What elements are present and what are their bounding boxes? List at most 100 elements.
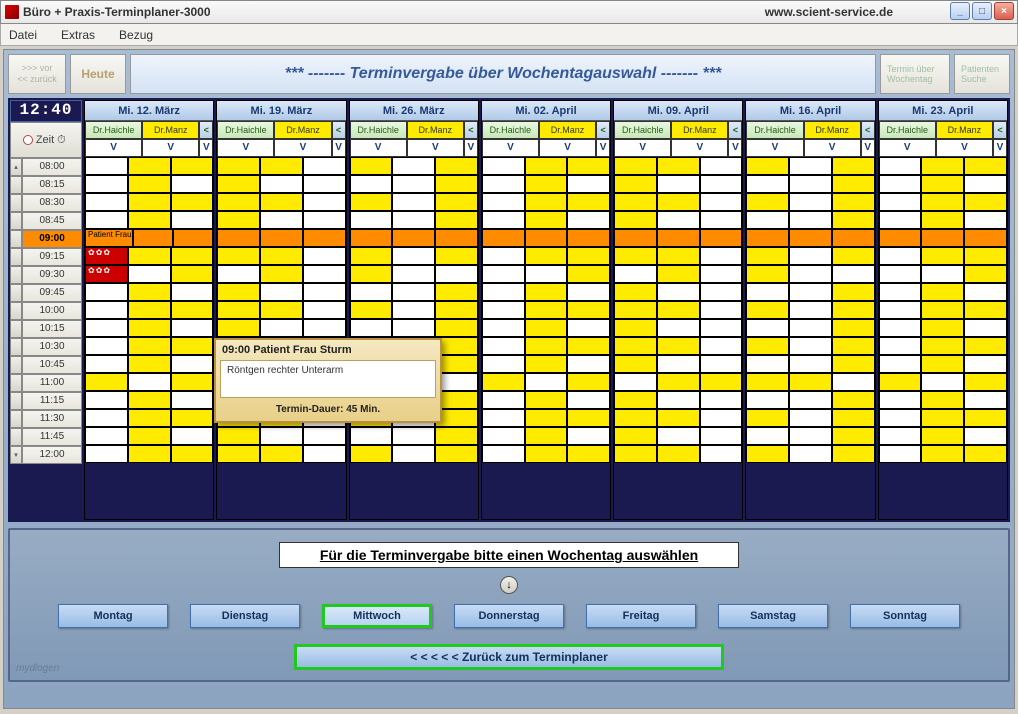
maximize-button[interactable]: □ [972,2,992,20]
schedule-slot[interactable] [128,337,171,355]
schedule-slot[interactable] [525,445,568,463]
schedule-slot[interactable] [921,247,964,265]
schedule-slot[interactable] [832,445,875,463]
schedule-slot[interactable] [303,229,346,247]
heute-button[interactable]: Heute [70,54,126,94]
schedule-slot[interactable] [789,301,832,319]
schedule-slot[interactable] [921,175,964,193]
schedule-slot[interactable] [700,427,743,445]
schedule-slot[interactable] [260,283,303,301]
schedule-slot[interactable] [567,175,610,193]
schedule-slot[interactable] [614,211,657,229]
schedule-slot[interactable] [921,265,964,283]
schedule-slot[interactable] [657,355,700,373]
schedule-slot[interactable] [350,427,393,445]
doctor-haichle[interactable]: Dr.Haichle [217,121,274,139]
schedule-slot[interactable] [964,427,1007,445]
doctor-haichle[interactable]: Dr.Haichle [879,121,936,139]
schedule-slot[interactable] [128,391,171,409]
schedule-slot[interactable] [964,319,1007,337]
schedule-slot[interactable] [832,157,875,175]
schedule-slot[interactable] [260,301,303,319]
schedule-slot[interactable] [128,157,171,175]
schedule-slot[interactable] [128,283,171,301]
schedule-slot[interactable] [964,373,1007,391]
collapse-button[interactable]: < [199,121,213,139]
schedule-slot[interactable] [171,283,214,301]
schedule-slot[interactable] [614,337,657,355]
schedule-slot[interactable] [964,283,1007,301]
schedule-slot[interactable] [435,211,478,229]
scroll-up-button[interactable] [10,284,22,302]
schedule-slot[interactable] [525,247,568,265]
v-header[interactable]: V [217,139,274,157]
schedule-slot[interactable] [879,193,922,211]
schedule-slot[interactable] [85,337,128,355]
collapse-button[interactable]: < [596,121,610,139]
schedule-slot[interactable] [964,337,1007,355]
schedule-slot[interactable] [350,247,393,265]
schedule-slot[interactable] [260,193,303,211]
schedule-slot[interactable] [525,301,568,319]
schedule-slot[interactable] [614,445,657,463]
time-slot[interactable]: 11:15 [22,392,82,410]
doctor-haichle[interactable]: Dr.Haichle [746,121,803,139]
schedule-slot[interactable] [171,175,214,193]
schedule-slot[interactable] [171,445,214,463]
schedule-slot[interactable] [217,193,260,211]
nav-vor[interactable]: >>> vor [22,63,53,74]
schedule-slot[interactable] [879,283,922,301]
schedule-slot[interactable] [657,391,700,409]
schedule-slot[interactable] [350,445,393,463]
schedule-slot[interactable] [657,337,700,355]
time-slot[interactable]: 11:45 [22,428,82,446]
schedule-slot[interactable] [260,247,303,265]
schedule-slot[interactable] [879,229,922,247]
schedule-slot[interactable] [746,301,789,319]
schedule-slot[interactable] [700,301,743,319]
schedule-slot[interactable] [350,175,393,193]
scroll-up-button[interactable] [10,230,22,248]
schedule-slot[interactable] [350,319,393,337]
collapse-button[interactable]: < [332,121,346,139]
schedule-slot[interactable] [392,265,435,283]
collapse-button[interactable]: < [861,121,875,139]
schedule-slot[interactable] [525,337,568,355]
scroll-up-button[interactable]: ▾ [10,446,22,464]
schedule-slot[interactable] [350,157,393,175]
scroll-up-button[interactable] [10,410,22,428]
schedule-slot[interactable] [657,409,700,427]
time-slot[interactable]: 08:45 [22,212,82,230]
schedule-slot[interactable] [657,265,700,283]
v-header[interactable]: V [142,139,199,157]
schedule-slot[interactable] [392,211,435,229]
schedule-slot[interactable] [567,337,610,355]
schedule-slot[interactable] [657,301,700,319]
doctor-manz[interactable]: Dr.Manz [804,121,861,139]
schedule-slot[interactable] [700,265,743,283]
schedule-slot[interactable] [700,337,743,355]
schedule-slot[interactable] [392,229,435,247]
day-header[interactable]: Mi. 16. April [746,101,874,121]
schedule-slot[interactable] [657,283,700,301]
schedule-slot[interactable] [435,193,478,211]
schedule-slot[interactable] [879,211,922,229]
schedule-slot[interactable] [171,337,214,355]
schedule-slot[interactable] [921,157,964,175]
schedule-slot[interactable] [879,373,922,391]
schedule-slot[interactable] [567,373,610,391]
schedule-slot[interactable] [260,175,303,193]
schedule-slot[interactable] [921,373,964,391]
back-to-planner-button[interactable]: < < < < < Zurück zum Terminplaner [294,644,724,670]
scroll-up-button[interactable] [10,320,22,338]
schedule-slot[interactable] [217,229,260,247]
termin-wochentag-button[interactable]: Termin über Wochentag [880,54,950,94]
schedule-slot[interactable] [85,427,128,445]
schedule-slot[interactable] [614,301,657,319]
schedule-slot[interactable] [746,355,789,373]
schedule-slot[interactable] [525,265,568,283]
schedule-slot[interactable] [789,445,832,463]
schedule-slot[interactable] [964,409,1007,427]
schedule-slot[interactable] [964,247,1007,265]
schedule-slot[interactable] [85,445,128,463]
